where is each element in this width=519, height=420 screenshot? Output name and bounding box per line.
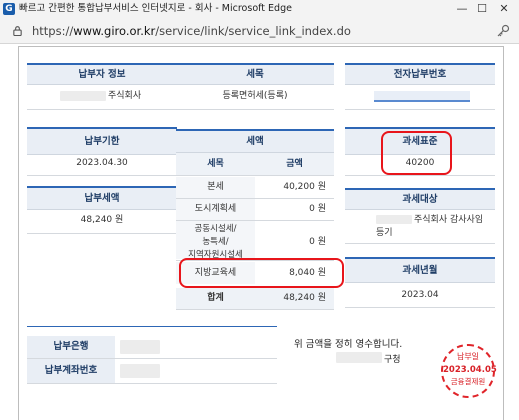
tax-amount-title: 세액 [176, 129, 334, 153]
payer-info-label: 납부자 정보 [27, 63, 177, 85]
divider [345, 175, 495, 176]
tax-object-value-line1: 주식회사 감사사임 [414, 215, 484, 225]
stamp-line1: 납부일 [456, 352, 480, 361]
stamp-line3: 금융결제원 [450, 377, 486, 386]
tax-year-month-label: 과세년월 [345, 257, 495, 283]
account-number-label: 납부계좌번호 [27, 359, 115, 383]
row-main-tax-name: 본세 [176, 177, 255, 198]
giro-app-icon: G [3, 3, 15, 15]
row-facility-tax-amount: 0 원 [309, 237, 326, 247]
tax-item-value: 등록면허세(등록) [222, 91, 288, 101]
close-button[interactable]: ✕ [494, 1, 514, 17]
divider [176, 109, 334, 110]
key-icon[interactable] [496, 24, 510, 38]
due-date-value: 2023.04.30 [76, 158, 128, 168]
divider [345, 307, 495, 308]
tax-item-column-header: 세목 [176, 153, 255, 176]
company-name-redacted [376, 215, 412, 224]
divider [27, 383, 277, 384]
amount-column-header: 금액 [255, 153, 334, 176]
maximize-button[interactable]: ☐ [472, 1, 492, 17]
tax-base-highlight [381, 131, 452, 175]
tax-object-value-line2: 등기 [376, 228, 393, 238]
tax-year-month-value: 2023.04 [401, 290, 439, 300]
row-city-planning-tax-name: 도시계획세 [176, 199, 255, 220]
payer-info-value: 주식회사 [108, 91, 142, 101]
bank-name-redacted [120, 340, 160, 354]
receipt-statement: 위 금액을 정히 영수합니다. [294, 339, 403, 350]
url-text[interactable]: https://www.giro.or.kr/service/link/serv… [32, 23, 351, 39]
account-number-redacted [120, 364, 160, 378]
payer-name-redacted [60, 91, 106, 101]
bank-section-top-border [27, 326, 277, 327]
payment-date-stamp: 납부일 2023.04.05 금융결제원 [441, 344, 497, 398]
divider [345, 243, 495, 244]
office-name-redacted [336, 352, 382, 363]
tax-item-label: 세목 [176, 63, 334, 85]
minimize-button[interactable]: — [452, 1, 472, 17]
divider [345, 109, 495, 110]
window-title: 빠르고 간편한 통합납부서비스 인터넷지로 - 회사 - Microsoft E… [19, 3, 292, 14]
tax-object-label: 과세대상 [345, 188, 495, 210]
paid-amount-label: 납부세액 [27, 186, 177, 210]
paid-amount-value: 48,240 원 [80, 215, 124, 225]
divider [176, 309, 334, 310]
divider [27, 233, 177, 234]
row-facility-tax-name: 공동시설세/ 농특세/ 지역자원시설세 [176, 221, 255, 259]
divider [27, 175, 177, 176]
epay-number-redacted [374, 91, 470, 102]
total-row-amount: 48,240 원 [255, 288, 334, 309]
total-row-label: 합계 [176, 288, 255, 309]
facility-tax-name-line1: 공동시설세/ [194, 224, 237, 234]
local-education-tax-highlight [179, 258, 344, 288]
lock-icon[interactable] [12, 25, 23, 36]
office-suffix: 구청 [384, 355, 401, 365]
divider [27, 109, 177, 110]
due-date-label: 납부기한 [27, 127, 177, 155]
row-city-planning-tax-amount: 0 원 [309, 204, 326, 214]
row-main-tax-amount: 40,200 원 [283, 182, 326, 192]
facility-tax-name-line2: 농특세/ [202, 237, 229, 247]
stamp-date: 2023.04.05 [443, 365, 497, 375]
bank-label: 납부은행 [27, 336, 115, 358]
epay-number-label: 전자납부번호 [345, 63, 495, 85]
